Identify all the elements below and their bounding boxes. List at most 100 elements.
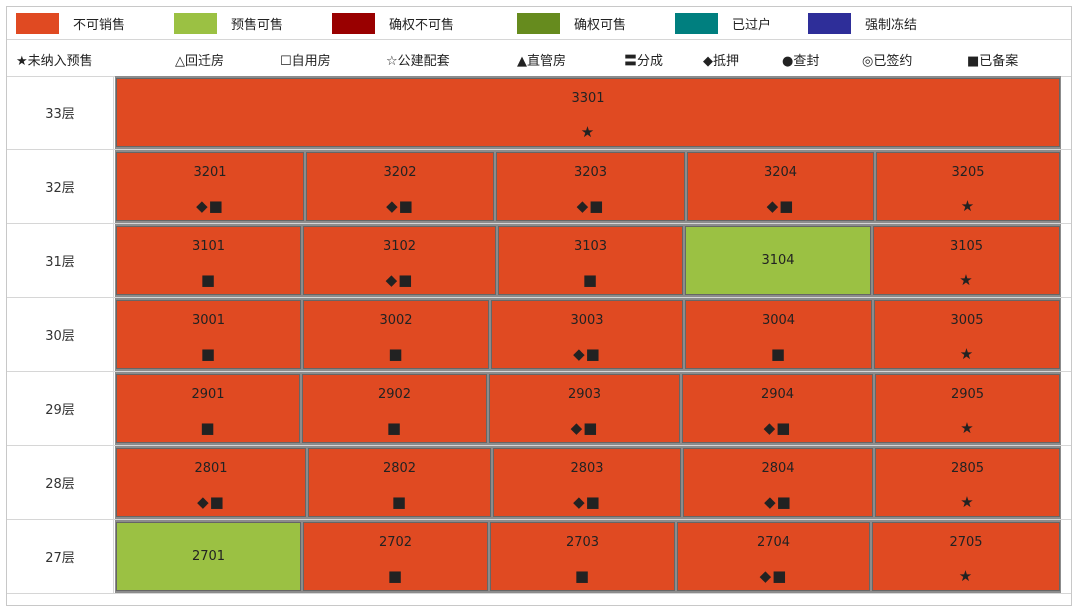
- unit-number: 3102: [382, 239, 417, 254]
- unit-number: 3002: [379, 313, 413, 328]
- unit-cell[interactable]: 3001 ■: [116, 300, 301, 369]
- unit-number: 2903: [567, 387, 602, 402]
- floor-units: 2801 ◆■ 2802 ■ 2803 ◆■ 2804 ◆■ 2805 ★: [115, 446, 1061, 519]
- mark-signed: ◎已签约: [862, 54, 913, 69]
- unit-cell[interactable]: 2903 ◆■: [489, 374, 680, 443]
- unit-number: 3001: [191, 313, 226, 328]
- unit-number: 2804: [761, 461, 795, 476]
- unit-mark-icons: ★: [960, 197, 976, 215]
- unit-cell[interactable]: 3203 ◆■: [496, 152, 685, 221]
- floor-label: 27层: [7, 520, 114, 593]
- unit-number: 3101: [191, 239, 226, 254]
- unit-mark-icons: ◆■: [576, 197, 605, 215]
- floor-row: 28层 2801 ◆■ 2802 ■ 2803 ◆■ 2804 ◆■ 2805 ★: [7, 446, 1071, 520]
- unit-cell[interactable]: 2703 ■: [490, 522, 675, 591]
- unit-cell[interactable]: 3205 ★: [876, 152, 1060, 221]
- unit-number: 3202: [383, 165, 417, 180]
- unit-mark-icons: ■: [388, 345, 404, 363]
- mark-self-use-house: ☐自用房: [280, 54, 331, 69]
- unit-cell[interactable]: 2701: [116, 522, 301, 591]
- floor-units: 3301 ★: [115, 76, 1061, 149]
- unit-mark-icons: ◆■: [764, 493, 792, 511]
- unit-cell[interactable]: 3004 ■: [685, 300, 872, 369]
- floor-units: 2701 2702 ■ 2703 ■ 2704 ◆■ 2705 ★: [115, 520, 1061, 593]
- unit-mark-icons: ◆■: [763, 419, 792, 437]
- unit-mark-icons: ★: [959, 345, 975, 363]
- floor-row: 33层 3301 ★: [7, 76, 1071, 150]
- unit-cell[interactable]: 2702 ■: [303, 522, 488, 591]
- unit-cell[interactable]: 2705 ★: [872, 522, 1060, 591]
- unit-mark-icons: ■: [582, 271, 599, 289]
- unit-number: 2904: [760, 387, 795, 402]
- unit-mark-icons: ★: [580, 123, 596, 141]
- unit-cell[interactable]: 3102 ◆■: [303, 226, 496, 295]
- floor-units: 3001 ■ 3002 ■ 3003 ◆■ 3004 ■ 3005 ★: [115, 298, 1061, 371]
- unit-cell[interactable]: 3005 ★: [874, 300, 1060, 369]
- unit-cell[interactable]: 2902 ■: [302, 374, 487, 443]
- unit-mark-icons: ■: [200, 419, 216, 437]
- floor-units: 3201 ◆■ 3202 ◆■ 3203 ◆■ 3204 ◆■ 3205 ★: [115, 150, 1061, 223]
- unit-number: 3105: [949, 239, 984, 254]
- unit-mark-icons: ◆■: [197, 493, 225, 511]
- unit-mark-icons: ◆■: [573, 493, 601, 511]
- mark-legend: ★未纳入预售 △回迁房 ☐自用房 ☆公建配套 ▲直管房 〓分成 ◆抵押 ●查封 …: [7, 40, 1071, 77]
- unit-cell[interactable]: 2901 ■: [116, 374, 300, 443]
- floor-row: 27层 2701 2702 ■ 2703 ■ 2704 ◆■ 2705 ★: [7, 520, 1071, 594]
- mark-relocation-house: △回迁房: [175, 54, 224, 69]
- unit-mark-icons: ◆■: [570, 419, 599, 437]
- unit-mark-icons: ■: [770, 345, 787, 363]
- unit-cell[interactable]: 2905 ★: [875, 374, 1060, 443]
- legend-swatch: [675, 13, 718, 34]
- unit-cell[interactable]: 2801 ◆■: [116, 448, 306, 517]
- unit-mark-icons: ■: [200, 345, 217, 363]
- unit-cell[interactable]: 2904 ◆■: [682, 374, 873, 443]
- unit-mark-icons: ■: [200, 271, 217, 289]
- unit-cell[interactable]: 2802 ■: [308, 448, 491, 517]
- floor-label: 31层: [7, 224, 114, 297]
- status-legend: 不可销售 预售可售 确权不可售 确权可售 已过户 强制冻结: [7, 7, 1071, 40]
- unit-cell[interactable]: 3103 ■: [498, 226, 683, 295]
- unit-cell[interactable]: 3003 ◆■: [491, 300, 683, 369]
- unit-mark-icons: ★: [959, 271, 974, 289]
- mark-public-facility: ☆公建配套: [386, 54, 450, 69]
- legend-item-confirmed-not-for-sale: 确权不可售: [332, 13, 454, 34]
- unit-mark-icons: ◆■: [385, 271, 414, 289]
- unit-cell[interactable]: 2704 ◆■: [677, 522, 870, 591]
- unit-mark-icons: ◆■: [759, 567, 788, 585]
- floor-label: 30层: [7, 298, 114, 371]
- mark-direct-managed: ▲直管房: [517, 54, 566, 69]
- unit-cell[interactable]: 3202 ◆■: [306, 152, 494, 221]
- mark-shared: 〓分成: [624, 54, 664, 69]
- unit-cell[interactable]: 2805 ★: [875, 448, 1060, 517]
- unit-number: 2802: [382, 461, 417, 476]
- legend-label: 确权可售: [574, 18, 627, 33]
- legend-label: 确权不可售: [389, 18, 455, 33]
- unit-cell[interactable]: 3301 ★: [116, 78, 1060, 147]
- unit-cell[interactable]: 3201 ◆■: [116, 152, 304, 221]
- unit-mark-icons: ◆■: [386, 197, 414, 215]
- unit-cell[interactable]: 3002 ■: [303, 300, 489, 369]
- mark-mortgaged: ◆抵押: [703, 54, 739, 69]
- unit-mark-icons: ■: [574, 567, 591, 585]
- legend-item-frozen: 强制冻结: [808, 13, 917, 34]
- unit-cell[interactable]: 3204 ◆■: [687, 152, 874, 221]
- unit-mark-icons: ■: [387, 567, 404, 585]
- unit-mark-icons: ◆■: [196, 197, 224, 215]
- unit-number: 2805: [950, 461, 985, 476]
- floor-units: 3101 ■ 3102 ◆■ 3103 ■ 3104 3105 ★: [115, 224, 1061, 297]
- unit-number: 2901: [191, 387, 225, 402]
- unit-number: 3204: [763, 165, 798, 180]
- unit-cell[interactable]: 2804 ◆■: [683, 448, 873, 517]
- unit-cell[interactable]: 3101 ■: [116, 226, 301, 295]
- floor-row: 29层 2901 ■ 2902 ■ 2903 ◆■ 2904 ◆■ 2905 ★: [7, 372, 1071, 446]
- legend-item-presale-available: 预售可售: [174, 13, 283, 34]
- unit-mark-icons: ◆■: [766, 197, 795, 215]
- floor-label: 33层: [7, 76, 114, 149]
- legend-swatch: [174, 13, 217, 34]
- legend-item-not-for-sale: 不可销售: [16, 13, 125, 34]
- unit-cell[interactable]: 3105 ★: [873, 226, 1060, 295]
- unit-cell[interactable]: 3104: [685, 226, 871, 295]
- floor-units: 2901 ■ 2902 ■ 2903 ◆■ 2904 ◆■ 2905 ★: [115, 372, 1061, 445]
- unit-cell[interactable]: 2803 ◆■: [493, 448, 681, 517]
- unit-number: 3301: [571, 91, 605, 106]
